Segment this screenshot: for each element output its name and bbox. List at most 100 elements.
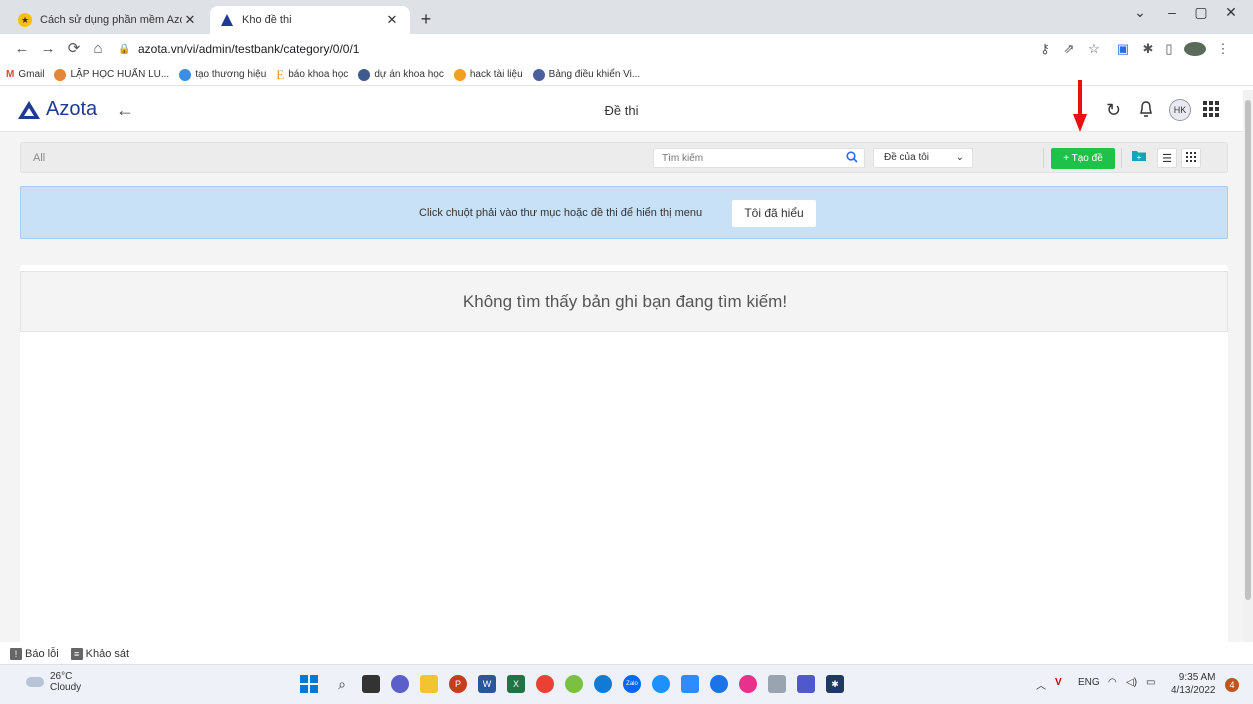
zoom-icon[interactable]	[681, 675, 699, 693]
filter-value: Đề của tôi	[884, 152, 930, 163]
edge-icon[interactable]	[594, 675, 612, 693]
profile-avatar-icon[interactable]	[1184, 42, 1206, 56]
file-explorer-icon[interactable]	[420, 675, 438, 693]
extension-icon[interactable]: ▣	[1114, 40, 1132, 58]
dismiss-banner-button[interactable]: Tôi đã hiểu	[732, 200, 816, 227]
bookmark-star-icon[interactable]: ☆	[1085, 40, 1103, 58]
avatar[interactable]: HK	[1169, 99, 1191, 121]
app-circle-icon[interactable]	[710, 675, 728, 693]
back-arrow-icon[interactable]: ←	[12, 39, 32, 59]
bell-icon[interactable]	[1138, 100, 1154, 123]
bookmark-hack-tai-lieu[interactable]: hack tài liệu	[453, 68, 523, 81]
word-icon[interactable]: W	[478, 675, 496, 693]
battery-icon[interactable]: ▭	[1146, 677, 1155, 688]
date: 4/13/2022	[1171, 685, 1216, 696]
svg-text:★: ★	[21, 15, 29, 25]
weather-condition: Cloudy	[50, 682, 82, 693]
url-text: azota.vn/vi/admin/testbank/category/0/0/…	[138, 42, 360, 56]
tab-azota-guide[interactable]: ★ Cách sử dụng phần mềm Azota | ✕	[8, 6, 208, 34]
page-title: Đề thi	[604, 103, 639, 118]
globe-icon	[358, 68, 371, 81]
task-view-icon[interactable]	[362, 675, 380, 693]
letter-e-icon: E	[276, 66, 285, 82]
chat-icon[interactable]	[391, 675, 409, 693]
windows-taskbar: 26°C Cloudy ⌕ P W X Zalo ✱ ︿ V ENG ◠ ◁) …	[0, 664, 1253, 704]
vietkey-icon[interactable]: V	[1055, 677, 1062, 688]
reload-icon[interactable]: ⟳	[64, 39, 84, 59]
coccoc-icon[interactable]	[565, 675, 583, 693]
minimize-button[interactable]: –	[1157, 4, 1187, 20]
gmail-icon: M	[6, 69, 15, 80]
volume-icon[interactable]: ◁)	[1126, 677, 1137, 688]
survey-link[interactable]: ≡ Khảo sát	[70, 648, 129, 660]
paint-drop-icon[interactable]	[739, 675, 757, 693]
notification-badge[interactable]: 4	[1225, 678, 1239, 692]
bookmark-du-an-khoa-hoc[interactable]: dự án khoa học	[358, 68, 444, 81]
close-window-button[interactable]: ✕	[1216, 4, 1246, 21]
divider	[1043, 148, 1044, 168]
language-indicator[interactable]: ENG	[1078, 677, 1100, 688]
bookmark-tao-thuong-hieu[interactable]: tạo thương hiệu	[179, 68, 266, 81]
breadcrumb[interactable]: All	[33, 152, 45, 164]
ie-icon[interactable]	[652, 675, 670, 693]
teams-icon[interactable]	[797, 675, 815, 693]
address-bar[interactable]: 🔒 azota.vn/vi/admin/testbank/category/0/…	[118, 38, 1018, 60]
home-icon[interactable]: ⌂	[88, 39, 108, 59]
add-folder-icon[interactable]: +	[1129, 148, 1149, 168]
report-bug-link[interactable]: ! Báo lỗi	[10, 648, 59, 660]
star-icon: ★	[18, 13, 32, 27]
system-clock[interactable]: 9:35 AM 4/13/2022	[1171, 671, 1216, 697]
apps-grid-icon[interactable]	[1202, 100, 1220, 123]
feedback-links: ! Báo lỗi ≡ Khảo sát	[10, 648, 129, 660]
side-panel-icon[interactable]: ▯	[1160, 40, 1178, 58]
list-view-icon[interactable]: ☰	[1157, 148, 1177, 168]
search-icon[interactable]: ⌕	[333, 675, 351, 693]
tab-label: Kho đề thi	[242, 14, 292, 26]
cloud-icon	[26, 677, 44, 687]
bookmark-lap-hoc[interactable]: LẬP HỌC HUẤN LU...	[54, 68, 169, 81]
weather-widget[interactable]: 26°C Cloudy	[26, 671, 81, 693]
chrome-icon[interactable]	[536, 675, 554, 693]
new-tab-button[interactable]: +	[414, 8, 438, 32]
bookmarks-bar: M Gmail LẬP HỌC HUẤN LU... tạo thương hiệ…	[0, 64, 1253, 86]
pen-icon[interactable]	[768, 675, 786, 693]
dashboard-icon	[532, 68, 545, 81]
create-test-button[interactable]: + Tạo đề	[1051, 148, 1115, 169]
powerpoint-icon[interactable]: P	[449, 675, 467, 693]
wifi-icon[interactable]: ◠	[1108, 677, 1117, 688]
main-content: All Đề của tôi ⌄ + Tạo đề + ☰ Click chuộ…	[0, 132, 1243, 642]
chevron-up-icon[interactable]: ︿	[1036, 677, 1046, 692]
scrollbar-thumb[interactable]	[1245, 100, 1251, 600]
owner-filter-select[interactable]: Đề của tôi ⌄	[873, 148, 973, 168]
forward-arrow-icon[interactable]: →	[38, 39, 58, 59]
bookmark-bao-khoa-hoc[interactable]: Ebáo khoa học	[276, 67, 348, 83]
grid-view-icon[interactable]	[1181, 148, 1201, 168]
zalo-icon[interactable]: Zalo	[623, 675, 641, 693]
excel-icon[interactable]: X	[507, 675, 525, 693]
bookmark-bang-dieu-khien[interactable]: Bảng điều khiển Vi...	[532, 68, 640, 81]
bookmark-gmail[interactable]: M Gmail	[6, 69, 44, 80]
windows-start-icon[interactable]	[300, 675, 318, 693]
maximize-button[interactable]: ▢	[1186, 4, 1216, 21]
close-icon[interactable]: ✕	[182, 12, 198, 28]
close-icon[interactable]: ✕	[384, 12, 400, 28]
info-banner: Click chuột phải vào thư mục hoặc đề thi…	[20, 186, 1228, 239]
key-icon[interactable]: ⚷	[1036, 40, 1054, 58]
share-icon[interactable]: ⇗	[1060, 40, 1078, 58]
red-arrow-annotation	[1073, 80, 1087, 132]
lock-icon: 🔒	[118, 43, 131, 55]
banner-message: Click chuột phải vào thư mục hoặc đề thi…	[419, 207, 703, 219]
tab-search-chevron-icon[interactable]: ⌄	[1125, 4, 1155, 21]
snowflake-app-icon[interactable]: ✱	[826, 675, 844, 693]
tab-kho-de-thi[interactable]: Kho đề thi ✕	[210, 6, 410, 34]
form-icon: ≡	[70, 648, 83, 660]
empty-state-message: Không tìm thấy bản ghi bạn đang tìm kiếm…	[462, 292, 788, 311]
time: 9:35 AM	[1178, 672, 1216, 683]
puzzle-icon[interactable]: ✱	[1139, 40, 1157, 58]
search-input[interactable]	[654, 149, 834, 167]
app-header: Azota ← Đề thi ↻ HK	[0, 90, 1243, 132]
browser-toolbar: ← → ⟳ ⌂ 🔒 azota.vn/vi/admin/testbank/cat…	[0, 34, 1253, 64]
refresh-icon[interactable]: ↻	[1106, 100, 1121, 121]
search-icon[interactable]	[846, 151, 858, 166]
more-menu-icon[interactable]: ⋮	[1214, 40, 1232, 58]
